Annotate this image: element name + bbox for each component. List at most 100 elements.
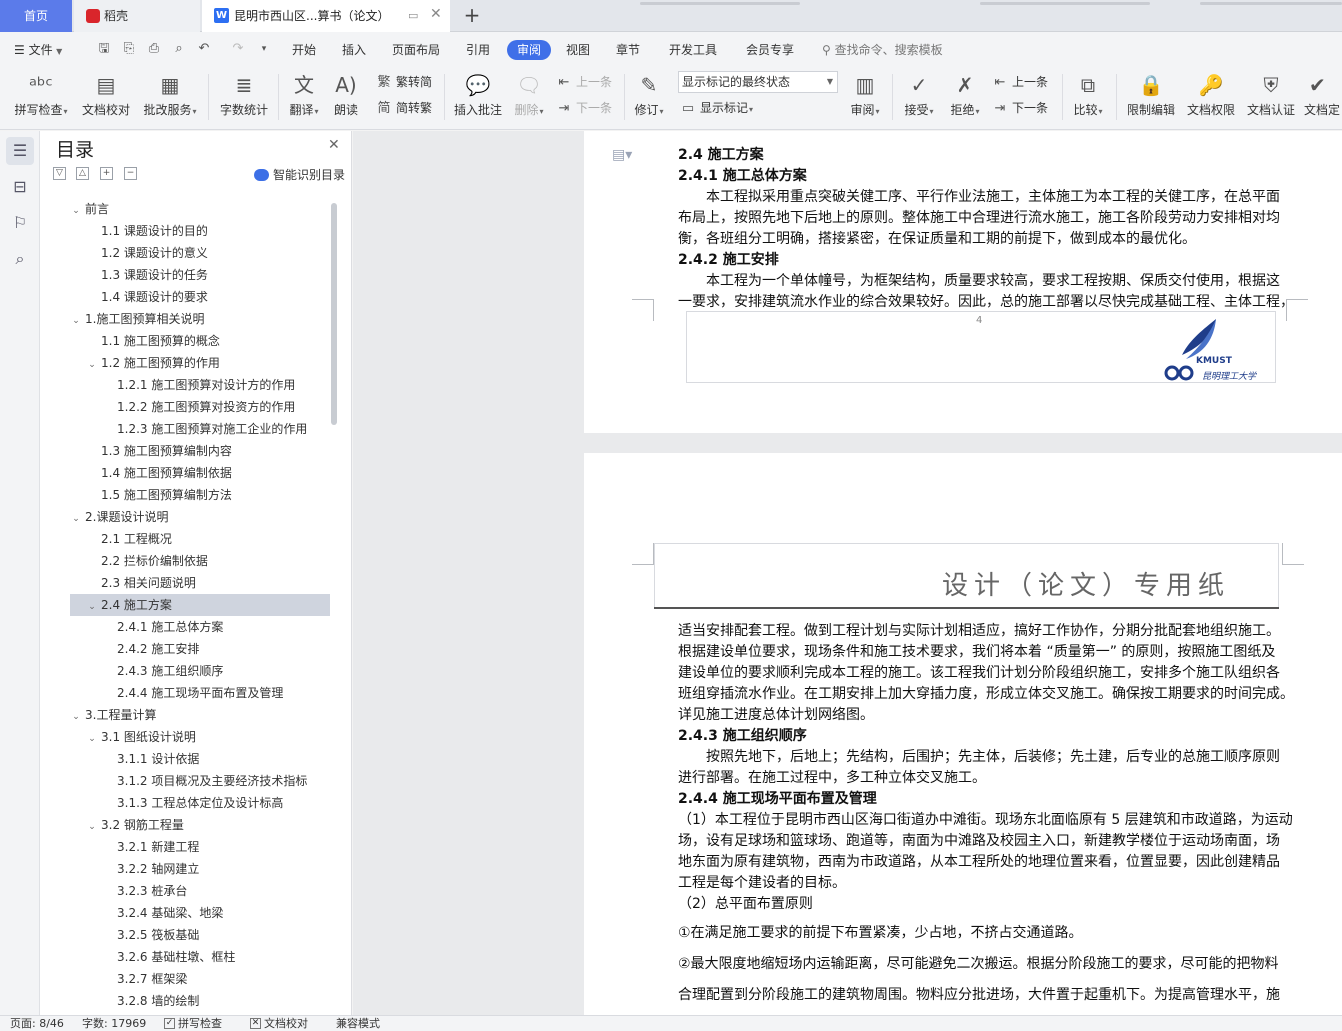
redo-icon[interactable]: ↷	[230, 41, 246, 57]
menu-member[interactable]: 会员专享	[746, 40, 794, 60]
accept-button[interactable]: ✓ 接受▾	[900, 70, 938, 126]
toc-item[interactable]: ⌄ 前言	[70, 198, 330, 220]
chevron-down-icon[interactable]: ⌄	[86, 816, 98, 838]
compare-button[interactable]: ⧉ 比较▾	[1068, 70, 1108, 126]
toc-item[interactable]: 1.1 施工图预算的概念	[70, 330, 330, 352]
prev-change-button[interactable]: ⇤ 上一条	[992, 72, 1048, 92]
toc-item[interactable]: 1.2.3 施工图预算对施工企业的作用	[70, 418, 330, 440]
menu-start[interactable]: 开始	[292, 40, 316, 60]
toc-item[interactable]: 3.1.1 设计依据	[70, 748, 330, 770]
print-icon[interactable]: ⎙	[146, 41, 162, 57]
prev-comment-button[interactable]: ⇤ 上一条	[556, 72, 612, 92]
toc-item[interactable]: 2.4.4 施工现场平面布置及管理	[70, 682, 330, 704]
word-count-status[interactable]: 字数: 17969	[82, 1016, 146, 1031]
toc-item[interactable]: 3.2.2 轴网建立	[70, 858, 330, 880]
quick-access-more-icon[interactable]: ▾	[256, 41, 272, 57]
annotate-service-button[interactable]: ▦ 批改服务▾	[140, 70, 200, 126]
save-icon[interactable]: 🖫	[96, 41, 112, 57]
chevron-down-icon[interactable]: ⌄	[70, 310, 82, 332]
tab-home[interactable]: 首页	[0, 0, 72, 32]
next-comment-button[interactable]: ⇥ 下一条	[556, 98, 612, 118]
toc-item[interactable]: ⌄ 3.2 钢筋工程量	[70, 814, 330, 836]
document-page[interactable]: ▤▾ 2.4 施工方案 2.4.1 施工总体方案 本工程拟采用重点突破关健工序、平…	[584, 131, 1342, 433]
toc-item[interactable]: 3.2.3 桩承台	[70, 880, 330, 902]
toc-item[interactable]: 3.2.7 框架梁	[70, 968, 330, 990]
toc-item[interactable]: 2.2 拦标价编制依据	[70, 550, 330, 572]
toc-item[interactable]: 1.1 课题设计的目的	[70, 220, 330, 242]
chevron-down-icon[interactable]: ⌄	[70, 508, 82, 530]
menu-reference[interactable]: 引用	[466, 40, 490, 60]
toc-item[interactable]: 2.3 相关问题说明	[70, 572, 330, 594]
read-aloud-button[interactable]: A) 朗读	[330, 70, 362, 126]
toc-item[interactable]: ⌄ 1.2 施工图预算的作用	[70, 352, 330, 374]
toc-item[interactable]: 1.5 施工图预算编制方法	[70, 484, 330, 506]
menu-view[interactable]: 视图	[566, 40, 590, 60]
doc-check-status[interactable]: ✕ 文档校对	[250, 1016, 308, 1031]
tab-docer[interactable]: 稻壳	[74, 0, 200, 32]
toc-nav-icon[interactable]: ☰	[6, 137, 34, 165]
toc-scrollbar[interactable]	[331, 203, 337, 425]
tab-close-icon[interactable]: ✕	[430, 7, 442, 21]
toc-item[interactable]: 3.2.1 新建工程	[70, 836, 330, 858]
tab-restore-icon[interactable]: ▭	[408, 10, 418, 22]
toc-item[interactable]: 1.2.2 施工图预算对投资方的作用	[70, 396, 330, 418]
word-count-button[interactable]: ≣ 字数统计	[218, 70, 270, 126]
spell-check-status[interactable]: ✓ 拼写检查	[164, 1016, 222, 1031]
doc-certify-button[interactable]: ⛨ 文档认证	[1244, 70, 1298, 126]
document-page[interactable]: 设计（论文）专用纸 适当安排配套工程。做到工程计划与实际计划相适应，搞好工作协作…	[584, 453, 1342, 1015]
tab-document[interactable]: W 昆明市西山区...算书（论文） ▭ ✕	[202, 0, 450, 32]
bookmark-icon[interactable]: ⚐	[6, 209, 34, 237]
menu-chapter[interactable]: 章节	[616, 40, 640, 60]
toc-item[interactable]: 3.2.6 基础柱墩、框柱	[70, 946, 330, 968]
toc-item[interactable]: 1.2 课题设计的意义	[70, 242, 330, 264]
toc-item[interactable]: 1.4 施工图预算编制依据	[70, 462, 330, 484]
toc-item[interactable]: 1.4 课题设计的要求	[70, 286, 330, 308]
undo-icon[interactable]: ↶	[196, 41, 212, 57]
chevron-down-icon[interactable]: ⌄	[70, 200, 82, 222]
chapter-nav-icon[interactable]: ⊟	[6, 173, 34, 201]
search-icon[interactable]: ⌕	[6, 245, 34, 273]
review-pane-button[interactable]: ▥ 审阅▾	[846, 70, 884, 126]
expand-all-icon[interactable]: △	[76, 167, 89, 180]
close-icon[interactable]: ✕	[328, 137, 340, 153]
remove-heading-icon[interactable]: −	[124, 167, 137, 180]
toc-item[interactable]: 2.4.3 施工组织顺序	[70, 660, 330, 682]
toc-item[interactable]: ⌄ 3.1 图纸设计说明	[70, 726, 330, 748]
toc-item[interactable]: 1.2.1 施工图预算对设计方的作用	[70, 374, 330, 396]
toc-item[interactable]: 2.4.1 施工总体方案	[70, 616, 330, 638]
toc-item[interactable]: ⌄ 2.4 施工方案	[70, 594, 330, 616]
page-indicator[interactable]: 页面: 8/46	[10, 1016, 64, 1031]
toc-item[interactable]: 3.2.4 基础梁、地梁	[70, 902, 330, 924]
chevron-down-icon[interactable]: ⌄	[86, 354, 98, 376]
delete-comment-button[interactable]: 🗨 删除▾	[510, 70, 548, 126]
toc-item[interactable]: 2.1 工程概况	[70, 528, 330, 550]
new-tab-button[interactable]: +	[458, 0, 486, 32]
restrict-edit-button[interactable]: 🔒 限制编辑	[1124, 70, 1178, 126]
toc-item[interactable]: ⌄ 2.课题设计说明	[70, 506, 330, 528]
toc-item[interactable]: 2.4.2 施工安排	[70, 638, 330, 660]
page-options-icon[interactable]: ▤▾	[612, 147, 632, 163]
insert-comment-button[interactable]: 💬 插入批注	[452, 70, 504, 126]
markup-state-select[interactable]: 显示标记的最终状态 ▼	[678, 71, 838, 93]
menu-insert[interactable]: 插入	[342, 40, 366, 60]
toc-item[interactable]: 1.3 施工图预算编制内容	[70, 440, 330, 462]
doc-check-button[interactable]: ▤ 文档校对	[80, 70, 132, 126]
menu-developer[interactable]: 开发工具	[669, 40, 717, 60]
translate-button[interactable]: 文翻译▾	[286, 70, 322, 126]
command-search[interactable]: ⚲ 查找命令、搜索模板	[822, 40, 943, 60]
smart-toc-button[interactable]: 智能识别目录	[254, 166, 345, 183]
menu-review[interactable]: 审阅	[507, 40, 552, 60]
revise-button[interactable]: ✎ 修订▾	[630, 70, 668, 126]
next-change-button[interactable]: ⇥ 下一条	[992, 98, 1048, 118]
show-markup-button[interactable]: ▭ 显示标记▾	[680, 98, 753, 118]
doc-finalize-button[interactable]: ✔ 文档定	[1304, 70, 1342, 126]
file-menu[interactable]: ☰ 文件 ▼	[14, 40, 62, 60]
spell-check-button[interactable]: ᵃᵇᶜ 拼写检查▾	[10, 70, 72, 126]
print-preview-icon[interactable]: ⌕	[171, 41, 187, 57]
simp-to-trad-button[interactable]: 简简转繁	[376, 98, 432, 118]
reject-button[interactable]: ✗ 拒绝▾	[946, 70, 984, 126]
chevron-down-icon[interactable]: ⌄	[86, 728, 98, 750]
toc-item[interactable]: ⌄ 3.工程量计算	[70, 704, 330, 726]
chevron-down-icon[interactable]: ⌄	[70, 706, 82, 728]
toc-item[interactable]: 3.1.2 项目概况及主要经济技术指标	[70, 770, 330, 792]
